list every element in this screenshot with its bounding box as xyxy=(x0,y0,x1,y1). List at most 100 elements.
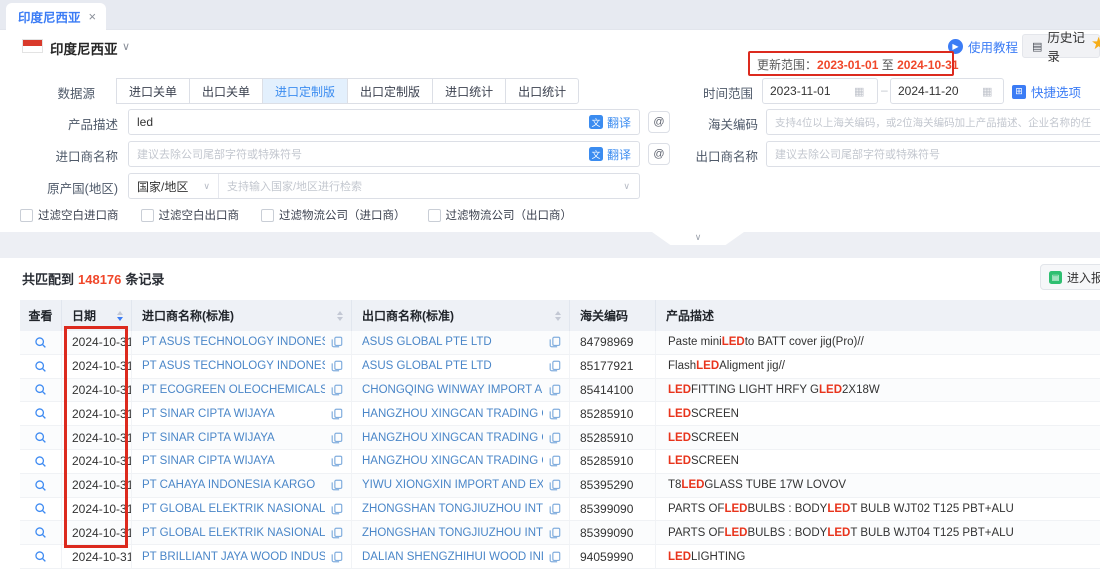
exporter-name-link[interactable]: ASUS GLOBAL PTE LTD xyxy=(362,360,543,372)
exporter-name-link[interactable]: YIWU XIONGXIN IMPORT AND EXPORT... xyxy=(362,479,543,491)
copy-icon[interactable] xyxy=(549,551,561,563)
origin-type-select[interactable]: 国家/地区 ∨ xyxy=(129,174,219,198)
copy-icon[interactable] xyxy=(549,432,561,444)
column-header-date[interactable]: 日期 xyxy=(62,300,132,331)
copy-icon[interactable] xyxy=(549,360,561,372)
quick-options-link[interactable]: ⊞ 快捷选项 xyxy=(1012,82,1081,101)
checkbox-box[interactable] xyxy=(20,209,33,222)
view-record-button[interactable] xyxy=(20,498,62,521)
sort-icon[interactable] xyxy=(337,311,343,321)
exporter-name-link[interactable]: HANGZHOU XINGCAN TRADING CO LTD xyxy=(362,408,543,420)
copy-icon[interactable] xyxy=(331,455,343,467)
tutorial-link[interactable]: ▶ 使用教程 xyxy=(948,37,1018,56)
end-date-input[interactable]: ▦ xyxy=(890,78,1004,104)
view-record-button[interactable] xyxy=(20,521,62,544)
view-record-button[interactable] xyxy=(20,474,62,497)
checkbox-box[interactable] xyxy=(428,209,441,222)
importer-name-link[interactable]: PT ASUS TECHNOLOGY INDONESIA BA... xyxy=(142,336,325,348)
medal-icon[interactable]: ★ xyxy=(1091,34,1100,54)
exporter-name-link[interactable]: ASUS GLOBAL PTE LTD xyxy=(362,336,543,348)
copy-icon[interactable] xyxy=(549,527,561,539)
data-source-option[interactable]: 出口统计 xyxy=(505,78,579,104)
importer-name-link[interactable]: PT BRILLIANT JAYA WOOD INDUSTRY xyxy=(142,551,325,563)
importer-name-link[interactable]: PT ECOGREEN OLEOCHEMICALS xyxy=(142,384,325,396)
importer-name-link[interactable]: PT SINAR CIPTA WIJAYA xyxy=(142,455,325,467)
product-desc-input[interactable] xyxy=(129,115,589,129)
importer-name-input[interactable] xyxy=(129,147,589,161)
checkbox-box[interactable] xyxy=(141,209,154,222)
exporter-name-link[interactable]: DALIAN SHENGZHIHUI WOOD INDUST... xyxy=(362,551,543,563)
filter-checkbox[interactable]: 过滤空白出口商 xyxy=(141,207,240,223)
importer-name-link[interactable]: PT GLOBAL ELEKTRIK NASIONAL xyxy=(142,527,325,539)
tab-title: 印度尼西亚 xyxy=(18,7,81,26)
copy-icon[interactable] xyxy=(331,384,343,396)
view-record-button[interactable] xyxy=(20,331,62,354)
view-record-button[interactable] xyxy=(20,426,62,449)
importer-name-link[interactable]: PT SINAR CIPTA WIJAYA xyxy=(142,408,325,420)
importer-name-link[interactable]: PT GLOBAL ELEKTRIK NASIONAL xyxy=(142,503,325,515)
data-source-option[interactable]: 出口关单 xyxy=(189,78,263,104)
copy-icon[interactable] xyxy=(549,336,561,348)
origin-search-placeholder[interactable]: 支持输入国家/地区进行检索 xyxy=(219,178,623,194)
magnifier-icon xyxy=(34,360,47,373)
calendar-icon: ▦ xyxy=(854,85,864,98)
copy-icon[interactable] xyxy=(331,503,343,515)
copy-icon[interactable] xyxy=(331,432,343,444)
hs-code-input[interactable] xyxy=(767,115,1100,129)
start-date-field[interactable] xyxy=(770,84,848,98)
exporter-name-link[interactable]: HANGZHOU XINGCAN TRADING CO LTD xyxy=(362,455,543,467)
end-date-field[interactable] xyxy=(898,84,976,98)
importer-name-link[interactable]: PT ASUS TECHNOLOGY INDONESIA BA... xyxy=(142,360,325,372)
exporter-name-link[interactable]: ZHONGSHAN TONGJIUZHOU INTERNA... xyxy=(362,527,543,539)
exporter-name-link[interactable]: ZHONGSHAN TONGJIUZHOU INTERNA... xyxy=(362,503,543,515)
sort-icon[interactable] xyxy=(555,311,561,321)
view-record-button[interactable] xyxy=(20,450,62,473)
importer-name-link[interactable]: PT CAHAYA INDONESIA KARGO xyxy=(142,479,325,491)
copy-icon[interactable] xyxy=(549,455,561,467)
origin-country-control[interactable]: 国家/地区 ∨ 支持输入国家/地区进行检索 ∨ xyxy=(128,173,640,199)
data-source-option[interactable]: 进口关单 xyxy=(116,78,190,104)
copy-icon[interactable] xyxy=(549,384,561,396)
filter-checkbox[interactable]: 过滤空白进口商 xyxy=(20,207,119,223)
data-source-option[interactable]: 进口定制版 xyxy=(262,78,348,104)
copy-icon[interactable] xyxy=(331,527,343,539)
copy-icon[interactable] xyxy=(331,336,343,348)
chevron-down-icon[interactable]: ∨ xyxy=(122,40,130,53)
tab-indonesia[interactable]: 印度尼西亚 × xyxy=(6,3,106,30)
hs-code-cell: 85285910 xyxy=(570,450,656,473)
history-button[interactable]: ▤ 历史记录 xyxy=(1022,34,1100,58)
view-record-button[interactable] xyxy=(20,402,62,425)
view-record-button[interactable] xyxy=(20,355,62,378)
copy-icon[interactable] xyxy=(549,408,561,420)
copy-icon[interactable] xyxy=(331,551,343,563)
filter-checkbox[interactable]: 过滤物流公司（出口商） xyxy=(428,207,573,223)
copy-icon[interactable] xyxy=(331,479,343,491)
column-header-importer[interactable]: 进口商名称(标准) xyxy=(132,300,352,331)
checkbox-box[interactable] xyxy=(261,209,274,222)
copy-icon[interactable] xyxy=(549,503,561,515)
filter-checkbox[interactable]: 过滤物流公司（进口商） xyxy=(261,207,406,223)
collapse-form-handle[interactable]: ∨ xyxy=(652,232,744,245)
exporter-name-link[interactable]: HANGZHOU XINGCAN TRADING CO LTD xyxy=(362,432,543,444)
exporter-name-input[interactable] xyxy=(767,147,1100,161)
sort-icon[interactable] xyxy=(117,311,123,321)
importer-name-link[interactable]: PT SINAR CIPTA WIJAYA xyxy=(142,432,325,444)
view-record-button[interactable] xyxy=(20,379,62,402)
enter-report-button[interactable]: ▤ 进入报告 xyxy=(1040,264,1100,290)
origin-country-label: 原产国(地区) xyxy=(0,178,118,197)
copy-icon[interactable] xyxy=(331,360,343,372)
copy-icon[interactable] xyxy=(331,408,343,420)
data-source-option[interactable]: 出口定制版 xyxy=(347,78,433,104)
country-name[interactable]: 印度尼西亚 xyxy=(50,38,118,58)
start-date-input[interactable]: ▦ xyxy=(762,78,878,104)
data-source-option[interactable]: 进口统计 xyxy=(432,78,506,104)
column-header-exporter[interactable]: 出口商名称(标准) xyxy=(352,300,570,331)
copy-icon[interactable] xyxy=(549,479,561,491)
importer-cell: PT SINAR CIPTA WIJAYA xyxy=(132,426,352,449)
exporter-name-link[interactable]: CHONGQING WINWAY IMPORT AND E... xyxy=(362,384,543,396)
translate-button[interactable]: 文 翻译 xyxy=(589,114,639,131)
close-icon[interactable]: × xyxy=(89,10,97,23)
translate-button[interactable]: 文 翻译 xyxy=(589,146,639,163)
view-record-button[interactable] xyxy=(20,545,62,568)
grid-icon: ⊞ xyxy=(1012,85,1026,99)
